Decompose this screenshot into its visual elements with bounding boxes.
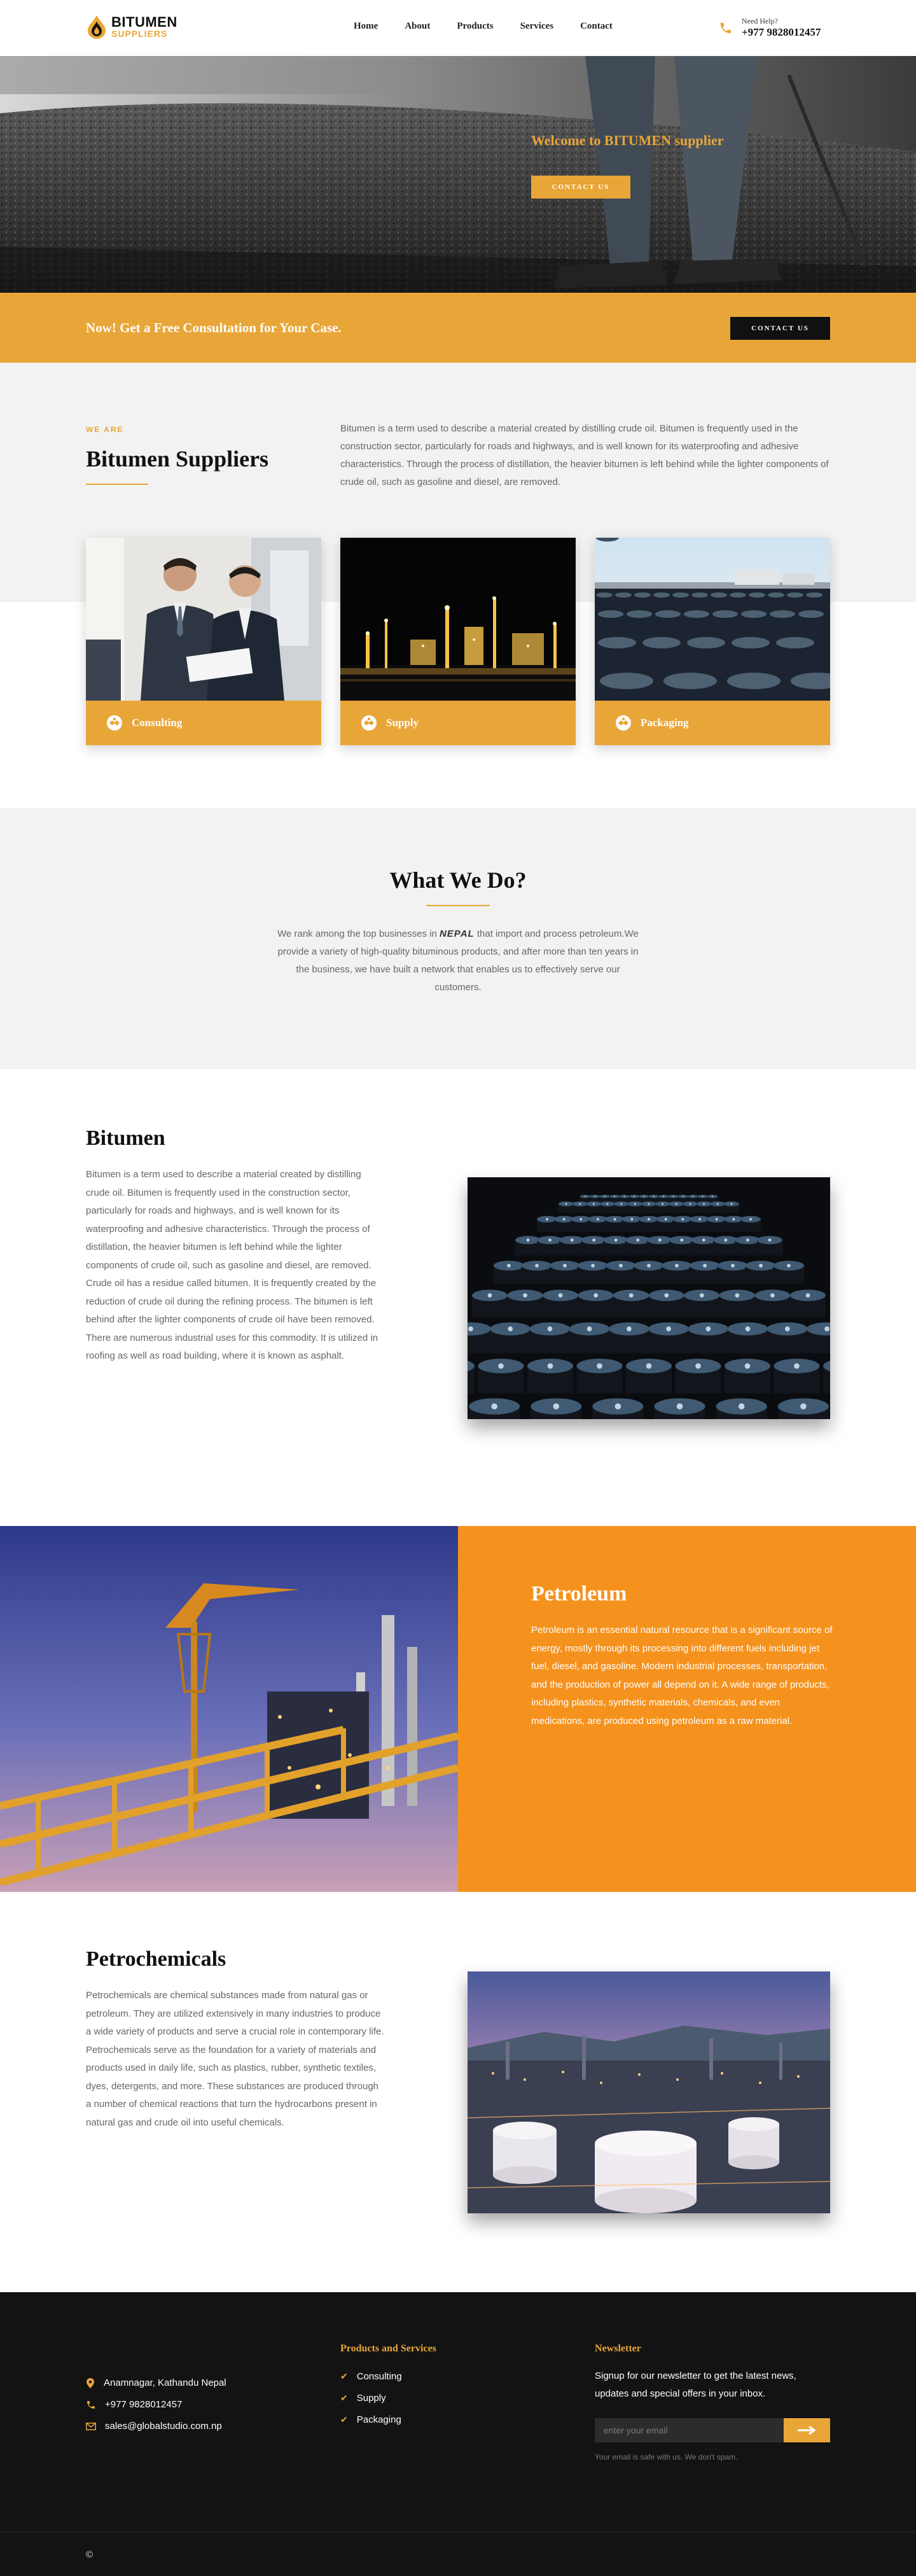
consultation-text: Now! Get a Free Consultation for Your Ca…	[86, 320, 342, 335]
hero-banner: Welcome to BITUMEN supplier CONTACT US	[0, 56, 916, 293]
footer-product-item[interactable]: ✔ Consulting	[340, 2371, 402, 2382]
footer-product-item[interactable]: ✔ Packaging	[340, 2414, 401, 2425]
check-icon: ✔	[340, 2393, 348, 2403]
about-text: Bitumen is a term used to describe a mat…	[340, 423, 829, 487]
main-nav: Home About Products Services Contact	[354, 21, 639, 32]
help-contact[interactable]: Need Help? +977 9828012457	[719, 17, 821, 39]
handshake-icon	[361, 715, 377, 731]
footer-email-text: sales@globalstudio.com.np	[105, 2421, 222, 2432]
what-text-part: We rank among the top businesses in	[277, 928, 440, 939]
newsletter-heading: Newsletter	[595, 2343, 641, 2354]
hero-contact-button[interactable]: CONTACT US	[531, 176, 630, 199]
bitumen-title: Bitumen	[86, 1126, 165, 1150]
map-pin-icon	[87, 2377, 94, 2388]
consultation-band: Now! Get a Free Consultation for Your Ca…	[0, 293, 916, 363]
hero-image	[0, 56, 916, 293]
consulting-image	[86, 538, 321, 701]
footer-product-label: Packaging	[356, 2414, 401, 2425]
what-text: We rank among the top businesses in NEPA…	[274, 925, 642, 997]
newsletter-email-input[interactable]	[595, 2418, 784, 2442]
petrochemicals-text: Petrochemicals are chemical substances m…	[86, 1990, 384, 2128]
logo[interactable]: BITUMEN SUPPLIERS	[86, 14, 177, 39]
barrels-image	[595, 538, 830, 701]
footer-address: Anamnagar, Kathandu Nepal	[86, 2377, 226, 2388]
help-phone: +977 9828012457	[742, 26, 821, 38]
copyright: ©	[86, 2549, 94, 2560]
site-header: BITUMEN SUPPLIERS Home About Products Se…	[0, 0, 916, 56]
nav-home[interactable]: Home	[354, 21, 378, 32]
footer-product-item[interactable]: ✔ Supply	[340, 2393, 386, 2404]
footer-phone[interactable]: +977 9828012457	[86, 2399, 182, 2410]
petrochemicals-image-frame	[468, 1971, 830, 2213]
footer-divider	[0, 2531, 916, 2532]
phone-icon	[87, 2400, 95, 2409]
logo-main-text: BITUMEN	[111, 14, 177, 30]
card-packaging[interactable]: Packaging	[595, 538, 830, 745]
handshake-icon	[616, 715, 631, 731]
newsletter-note: Your email is safe with us. We don't spa…	[595, 2453, 738, 2461]
arrow-right-icon	[797, 2426, 815, 2435]
card-label-packaging: Packaging	[641, 717, 689, 729]
footer-address-text: Anamnagar, Kathandu Nepal	[104, 2377, 226, 2388]
help-label: Need Help?	[742, 17, 778, 25]
phone-icon	[720, 22, 732, 33]
petroleum-image-frame	[0, 1526, 458, 1892]
handshake-icon	[107, 715, 122, 731]
site-footer: Anamnagar, Kathandu Nepal +977 982801245…	[0, 2292, 916, 2576]
bitumen-text: Bitumen is a term used to describe a mat…	[86, 1169, 378, 1361]
what-title: What We Do?	[389, 867, 527, 893]
barrel-rows-image	[468, 1177, 830, 1419]
flame-drop-icon	[88, 15, 106, 39]
refinery-dusk-image	[0, 1526, 458, 1892]
service-cards: Consulting Supply Packaging	[86, 538, 830, 745]
footer-phone-text: +977 9828012457	[105, 2399, 183, 2410]
what-divider	[426, 905, 490, 906]
newsletter-text: Signup for our newsletter to get the lat…	[595, 2370, 796, 2399]
about-eyebrow: WE ARE	[86, 425, 124, 434]
card-consulting[interactable]: Consulting	[86, 538, 321, 745]
logo-sub-text: SUPPLIERS	[111, 29, 168, 39]
card-supply[interactable]: Supply	[340, 538, 576, 745]
about-title: Bitumen Suppliers	[86, 446, 269, 472]
footer-email[interactable]: sales@globalstudio.com.np	[86, 2421, 222, 2432]
refinery-night-image	[340, 538, 576, 701]
petrochemicals-title: Petrochemicals	[86, 1947, 226, 1971]
footer-products-heading: Products and Services	[340, 2343, 436, 2354]
tank-farm-image	[468, 1971, 830, 2213]
band-contact-button[interactable]: CONTACT US	[730, 317, 830, 340]
petroleum-title: Petroleum	[531, 1582, 627, 1606]
nav-products[interactable]: Products	[457, 21, 493, 32]
check-icon: ✔	[340, 2371, 348, 2381]
card-label-consulting: Consulting	[132, 717, 183, 729]
petroleum-text: Petroleum is an essential natural resour…	[531, 1625, 833, 1726]
envelope-icon	[86, 2422, 96, 2430]
check-icon: ✔	[340, 2414, 348, 2425]
footer-product-label: Consulting	[356, 2371, 402, 2382]
what-we-do-section: What We Do? We rank among the top busine…	[0, 808, 916, 1069]
petroleum-content: Petroleum Petroleum is an essential natu…	[458, 1526, 916, 1892]
nav-about[interactable]: About	[405, 21, 430, 32]
what-highlight: NEPAL	[439, 928, 475, 939]
hero-title: Welcome to BITUMEN supplier	[531, 132, 724, 148]
nav-contact[interactable]: Contact	[580, 21, 613, 32]
about-divider	[86, 484, 148, 485]
footer-product-label: Supply	[356, 2393, 386, 2404]
petroleum-section: Petroleum Petroleum is an essential natu…	[0, 1526, 916, 1892]
card-label-supply: Supply	[386, 717, 419, 729]
nav-services[interactable]: Services	[520, 21, 553, 32]
bitumen-image-frame	[468, 1177, 830, 1419]
newsletter-submit-button[interactable]	[784, 2418, 830, 2442]
